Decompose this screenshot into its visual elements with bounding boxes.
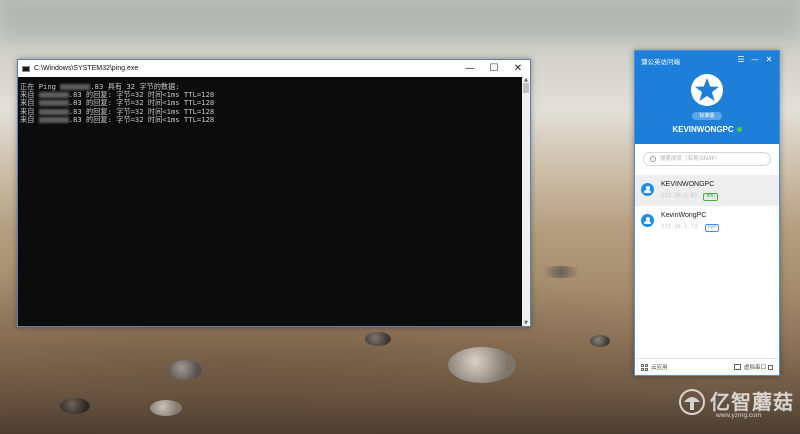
cloud-apps-label: 云应用: [651, 365, 668, 371]
watermark-text: 亿智蘑菇: [710, 390, 794, 414]
watermark: 亿智蘑菇 www.yzmg.com: [676, 384, 796, 426]
device-tag-p2p: P2P: [705, 224, 720, 232]
pebble: [168, 360, 202, 380]
virtual-serial-button[interactable]: 虚拟串口: [733, 363, 773, 371]
online-status-icon: [736, 127, 742, 133]
minimize-icon[interactable]: —: [748, 54, 762, 65]
device-item-kevinwongpc-p2p[interactable]: KevinWongPC 172.16.1.73 P2P: [635, 206, 779, 237]
device-avatar-icon: [641, 183, 654, 196]
scroll-thumb[interactable]: [523, 83, 529, 93]
star-logo-icon: [691, 74, 723, 106]
redacted-ip: [38, 108, 69, 115]
pgy-header: 蒲公英访问端 ☰ — ✕ 标准版 KEVINWONGPC: [635, 51, 779, 144]
console-title-bar[interactable]: C:\Windows\SYSTEM32\ping.exe — ☐ ✕: [18, 60, 530, 77]
minimize-icon[interactable]: —: [458, 60, 482, 77]
pgy-footer: 云应用 虚拟串口: [635, 358, 779, 375]
edition-badge: 标准版: [692, 112, 722, 120]
console-line: 来自 .83 的回复: 字节=32 时间<1ms TTL=128: [20, 114, 520, 124]
line-prefix: 来自: [20, 114, 39, 124]
device-ip: 172.16.1.73: [661, 224, 698, 230]
checkbox-icon: [768, 364, 773, 370]
menu-icon[interactable]: ☰: [734, 54, 748, 65]
scroll-down-icon[interactable]: ▼: [522, 320, 530, 326]
device-name: KEVINWONGPC: [661, 181, 715, 188]
pebble: [150, 400, 182, 416]
ip-tail: .83: [68, 114, 82, 124]
apps-grid-icon: [641, 363, 648, 371]
device-name: KevinWongPC: [661, 212, 707, 219]
redacted-ip: [38, 100, 69, 107]
seashell: [448, 347, 516, 383]
device-item-kevinwongpc-local[interactable]: KEVINWONGPC 172.16.1.83 本机: [635, 175, 779, 206]
watermark-url: www.yzmg.com: [716, 412, 762, 419]
pgy-window-title: 蒲公英访问端: [641, 58, 680, 66]
sky-band: [0, 0, 800, 40]
pebble: [365, 332, 391, 346]
search-input[interactable]: [660, 154, 760, 164]
console-app-icon: [22, 65, 30, 72]
pgy-client-window[interactable]: 蒲公英访问端 ☰ — ✕ 标准版 KEVINWONGPC KEVINWONGPC…: [634, 50, 780, 376]
search-icon: [650, 156, 656, 162]
device-ip: 172.16.1.83: [661, 193, 698, 199]
line-suffix: 的回复: 字节=32 时间<1ms TTL=128: [81, 114, 215, 124]
redacted-ip: [38, 92, 69, 99]
redacted-ip: [38, 116, 69, 123]
cloud-apps-button[interactable]: 云应用: [641, 363, 668, 371]
console-scrollbar[interactable]: ▲ ▼: [522, 77, 530, 326]
pebble: [590, 335, 610, 347]
virtual-serial-label: 虚拟串口: [743, 365, 766, 371]
close-icon[interactable]: ✕: [506, 60, 530, 77]
ping-console-window[interactable]: C:\Windows\SYSTEM32\ping.exe — ☐ ✕ 正在 Pi…: [17, 59, 531, 327]
serial-port-icon: [733, 364, 741, 370]
redacted-ip: [60, 84, 91, 90]
device-tag-local: 本机: [703, 193, 718, 201]
host-name: KEVINWONGPC: [672, 125, 734, 134]
device-avatar-icon: [641, 214, 654, 227]
close-icon[interactable]: ✕: [762, 54, 776, 65]
member-search[interactable]: [643, 152, 771, 166]
mushroom-logo-icon: [679, 389, 705, 415]
console-title: C:\Windows\SYSTEM32\ping.exe: [34, 65, 139, 72]
host-name-row: KEVINWONGPC: [635, 125, 779, 134]
pebble: [536, 266, 586, 278]
maximize-icon[interactable]: ☐: [482, 60, 506, 77]
pebble: [60, 398, 90, 414]
console-output[interactable]: 正在 Ping .83 具有 32 字节的数据: 来自 .83 的回复: 字节=…: [18, 77, 522, 326]
